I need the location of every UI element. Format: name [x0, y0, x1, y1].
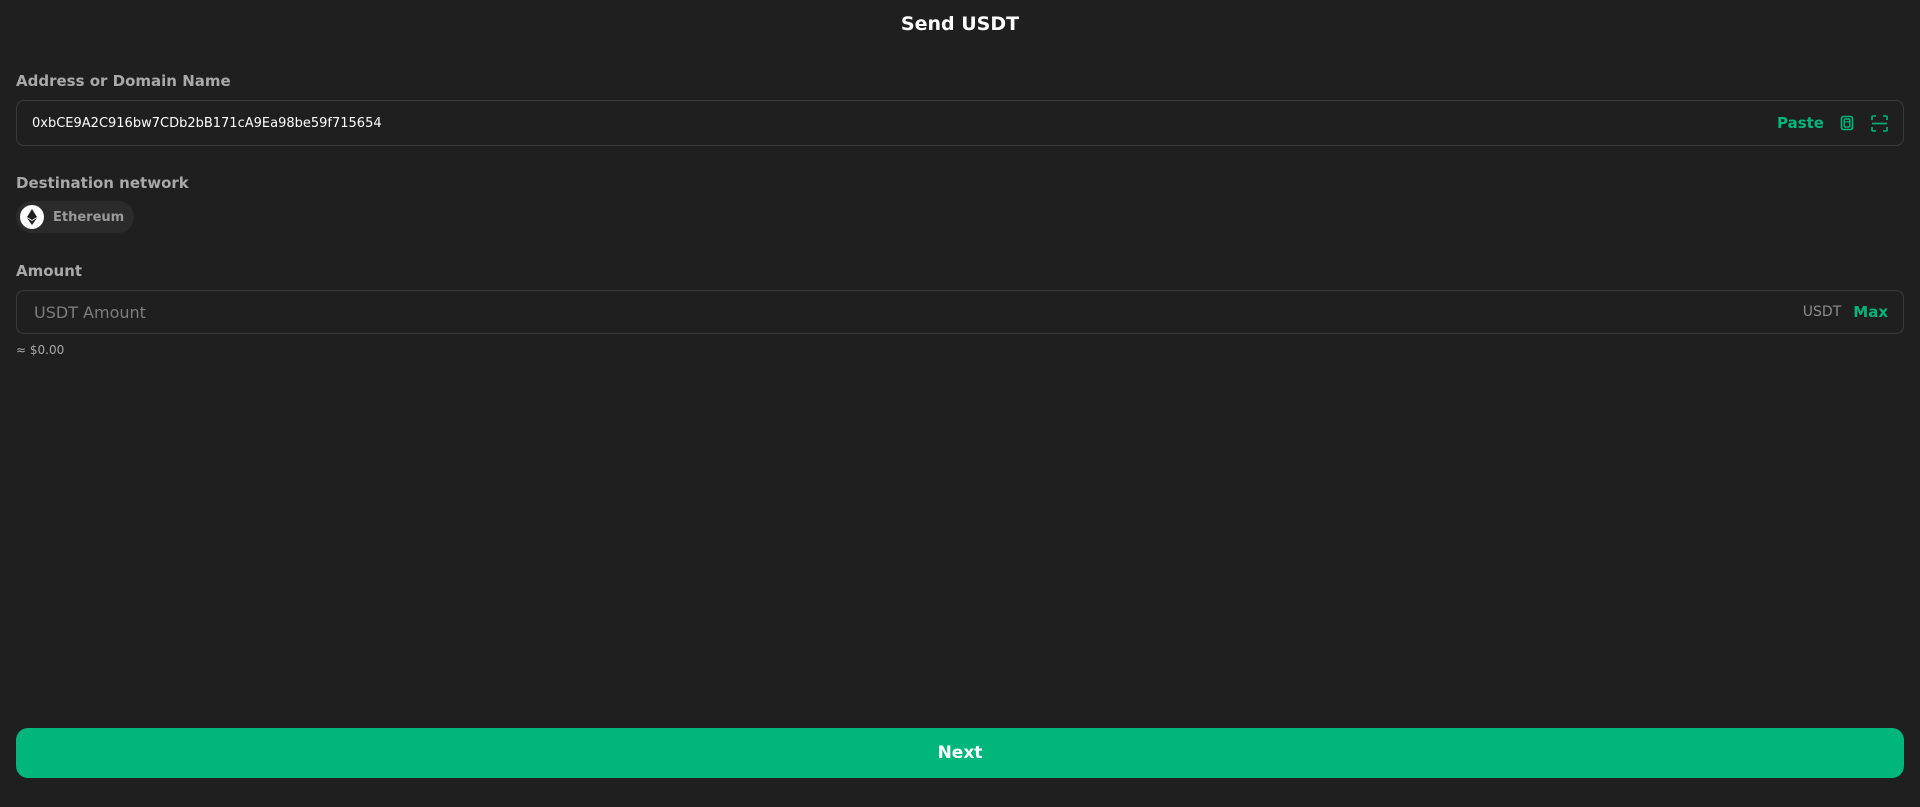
amount-label: Amount: [16, 262, 83, 280]
paste-button[interactable]: Paste: [1777, 114, 1824, 132]
network-label: Destination network: [16, 174, 189, 192]
network-name: Ethereum: [53, 209, 125, 225]
network-selector[interactable]: Ethereum: [16, 201, 135, 233]
page-title: Send USDT: [900, 13, 1020, 35]
address-label: Address or Domain Name: [16, 72, 231, 90]
currency-unit: USDT: [1802, 304, 1842, 320]
ethereum-icon: [20, 205, 44, 229]
address-value[interactable]: 0xbCE9A2C916bw7CDb2bB171cA9Ea98be59f7156…: [32, 116, 1777, 131]
clipboard-icon[interactable]: [1838, 114, 1856, 132]
next-button[interactable]: Next: [16, 728, 1904, 778]
address-input[interactable]: 0xbCE9A2C916bw7CDb2bB171cA9Ea98be59f7156…: [16, 100, 1904, 146]
amount-field[interactable]: USDT Max: [16, 290, 1904, 334]
amount-input[interactable]: [32, 301, 1803, 323]
fiat-estimate: ≈ $0.00: [16, 343, 65, 357]
qr-scan-icon[interactable]: [1870, 114, 1888, 132]
max-button[interactable]: Max: [1853, 303, 1888, 321]
send-page: Send USDT Address or Domain Name 0xbCE9A…: [0, 0, 1920, 807]
